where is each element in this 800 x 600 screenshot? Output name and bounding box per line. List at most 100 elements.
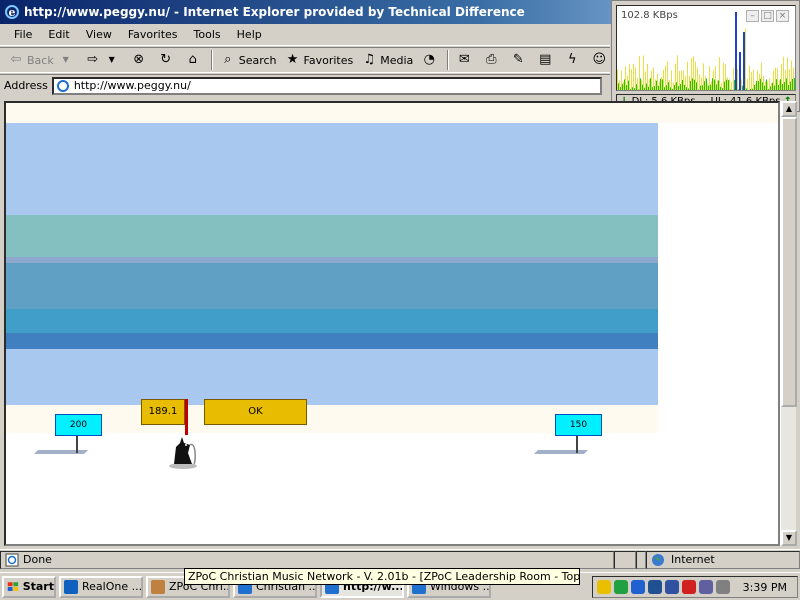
- upload-bar: [639, 55, 640, 90]
- scroll-up-button[interactable]: ▲: [781, 101, 797, 117]
- upload-bar: [731, 81, 732, 90]
- search-button[interactable]: ⌕ Search: [216, 49, 281, 71]
- refresh-button[interactable]: ↻: [154, 49, 181, 71]
- svg-text:e: e: [9, 6, 16, 19]
- network-icon[interactable]: [614, 580, 628, 594]
- search-label: Search: [238, 53, 277, 67]
- vertical-scrollbar[interactable]: ▲ ▼: [780, 101, 797, 546]
- upload-bar: [751, 71, 752, 90]
- upload-bar: [771, 83, 772, 90]
- download-bar: [786, 78, 787, 90]
- upload-bar: [697, 67, 698, 90]
- upload-bar: [757, 70, 758, 90]
- download-bar: [732, 89, 733, 90]
- edit-icon: ✎: [512, 52, 524, 67]
- distance-sign-left: 200: [55, 414, 102, 436]
- discuss-button[interactable]: ▤: [533, 49, 560, 71]
- printer-tray-icon[interactable]: [716, 580, 730, 594]
- cross-tray-icon[interactable]: [699, 580, 713, 594]
- media-button[interactable]: ♫ Media: [357, 49, 417, 71]
- forward-button[interactable]: ⇨ ▼: [81, 49, 127, 71]
- download-bar: [682, 79, 683, 90]
- page-content[interactable]: 200 150 189.1 OK: [4, 101, 780, 546]
- scroll-down-button[interactable]: ▼: [781, 530, 797, 546]
- upload-bar: [657, 73, 658, 90]
- download-bar: [650, 78, 651, 90]
- download-bar: [724, 81, 725, 90]
- download-bar: [672, 88, 673, 90]
- taskbar-button[interactable]: RealOne ...: [59, 575, 143, 598]
- download-bar: [756, 80, 757, 90]
- upload-bar: [681, 70, 682, 90]
- upload-bar: [687, 61, 688, 90]
- search-icon: ⌕: [224, 52, 232, 67]
- upload-bar: [705, 75, 706, 90]
- download-bar: [638, 89, 639, 90]
- upload-bar: [783, 56, 784, 90]
- upload-bar: [693, 56, 694, 90]
- address-input[interactable]: http://www.peggy.nu/: [51, 76, 602, 95]
- download-bar: [722, 88, 723, 90]
- download-bar: [746, 88, 747, 90]
- download-bar: [644, 87, 645, 90]
- start-button[interactable]: Start: [2, 575, 56, 598]
- upload-bar: [741, 79, 742, 90]
- menu-edit[interactable]: Edit: [40, 25, 77, 45]
- game-stripes: [6, 123, 658, 405]
- upload-bar: [659, 81, 660, 90]
- status-text: Done: [23, 553, 52, 566]
- realone-tray-icon[interactable]: [665, 580, 679, 594]
- clock[interactable]: 3:39 PM: [743, 581, 797, 594]
- stop-button[interactable]: ⊗: [127, 49, 154, 71]
- upload-bar: [643, 55, 644, 90]
- mail-button[interactable]: ✉: [452, 49, 479, 71]
- upload-bar: [677, 55, 678, 90]
- upload-bar: [753, 69, 754, 90]
- upload-bar: [673, 82, 674, 90]
- download-bar: [696, 82, 697, 90]
- alert-tray-icon[interactable]: [682, 580, 696, 594]
- download-bar: [626, 85, 627, 90]
- menu-view[interactable]: View: [78, 25, 120, 45]
- app-icon: [151, 579, 165, 594]
- menu-file[interactable]: File: [6, 25, 40, 45]
- download-bar: [666, 85, 667, 90]
- history-button[interactable]: ◔: [417, 49, 444, 71]
- maximize-icon[interactable]: □: [761, 10, 774, 22]
- menu-bar: File Edit View Favorites Tools Help: [0, 24, 610, 46]
- download-bar: [710, 84, 711, 90]
- upload-bar: [721, 83, 722, 90]
- minimize-icon[interactable]: –: [746, 10, 759, 22]
- volume-icon[interactable]: [597, 580, 611, 594]
- taskbar-button-label: RealOne ...: [82, 580, 143, 593]
- upload-bar: [627, 75, 628, 90]
- download-bar: [734, 80, 735, 90]
- edit-button[interactable]: ✎: [506, 49, 533, 71]
- peak-bar: [743, 32, 745, 90]
- home-button[interactable]: ⌂: [181, 49, 208, 71]
- favorites-button[interactable]: ★ Favorites: [281, 49, 358, 71]
- back-button[interactable]: ⇦ Back ▼: [4, 49, 81, 71]
- bandwidth-monitor[interactable]: 102.8 KBps – □ × ↓ DL: 5.6 KBps UL: 41.6…: [611, 0, 800, 112]
- menu-help[interactable]: Help: [229, 25, 270, 45]
- upload-bar: [769, 78, 770, 90]
- download-bar: [660, 78, 661, 90]
- menu-favorites[interactable]: Favorites: [120, 25, 186, 45]
- print-button[interactable]: ⎙: [479, 49, 506, 71]
- back-label: Back: [27, 53, 54, 67]
- upload-bar: [649, 78, 650, 90]
- security-tray-icon[interactable]: [648, 580, 662, 594]
- messenger-tray-icon[interactable]: [631, 580, 645, 594]
- lightning-button[interactable]: ϟ: [560, 49, 587, 71]
- close-icon[interactable]: ×: [776, 10, 789, 22]
- upload-bar: [621, 70, 622, 90]
- scroll-thumb[interactable]: [781, 117, 797, 407]
- upload-bar: [707, 83, 708, 90]
- menu-tools[interactable]: Tools: [186, 25, 229, 45]
- download-bar: [656, 80, 657, 90]
- upload-bar: [781, 64, 782, 90]
- download-bar: [780, 79, 781, 90]
- discuss-icon: ▤: [539, 52, 552, 67]
- upload-bar: [675, 63, 676, 90]
- upload-bar: [733, 67, 734, 90]
